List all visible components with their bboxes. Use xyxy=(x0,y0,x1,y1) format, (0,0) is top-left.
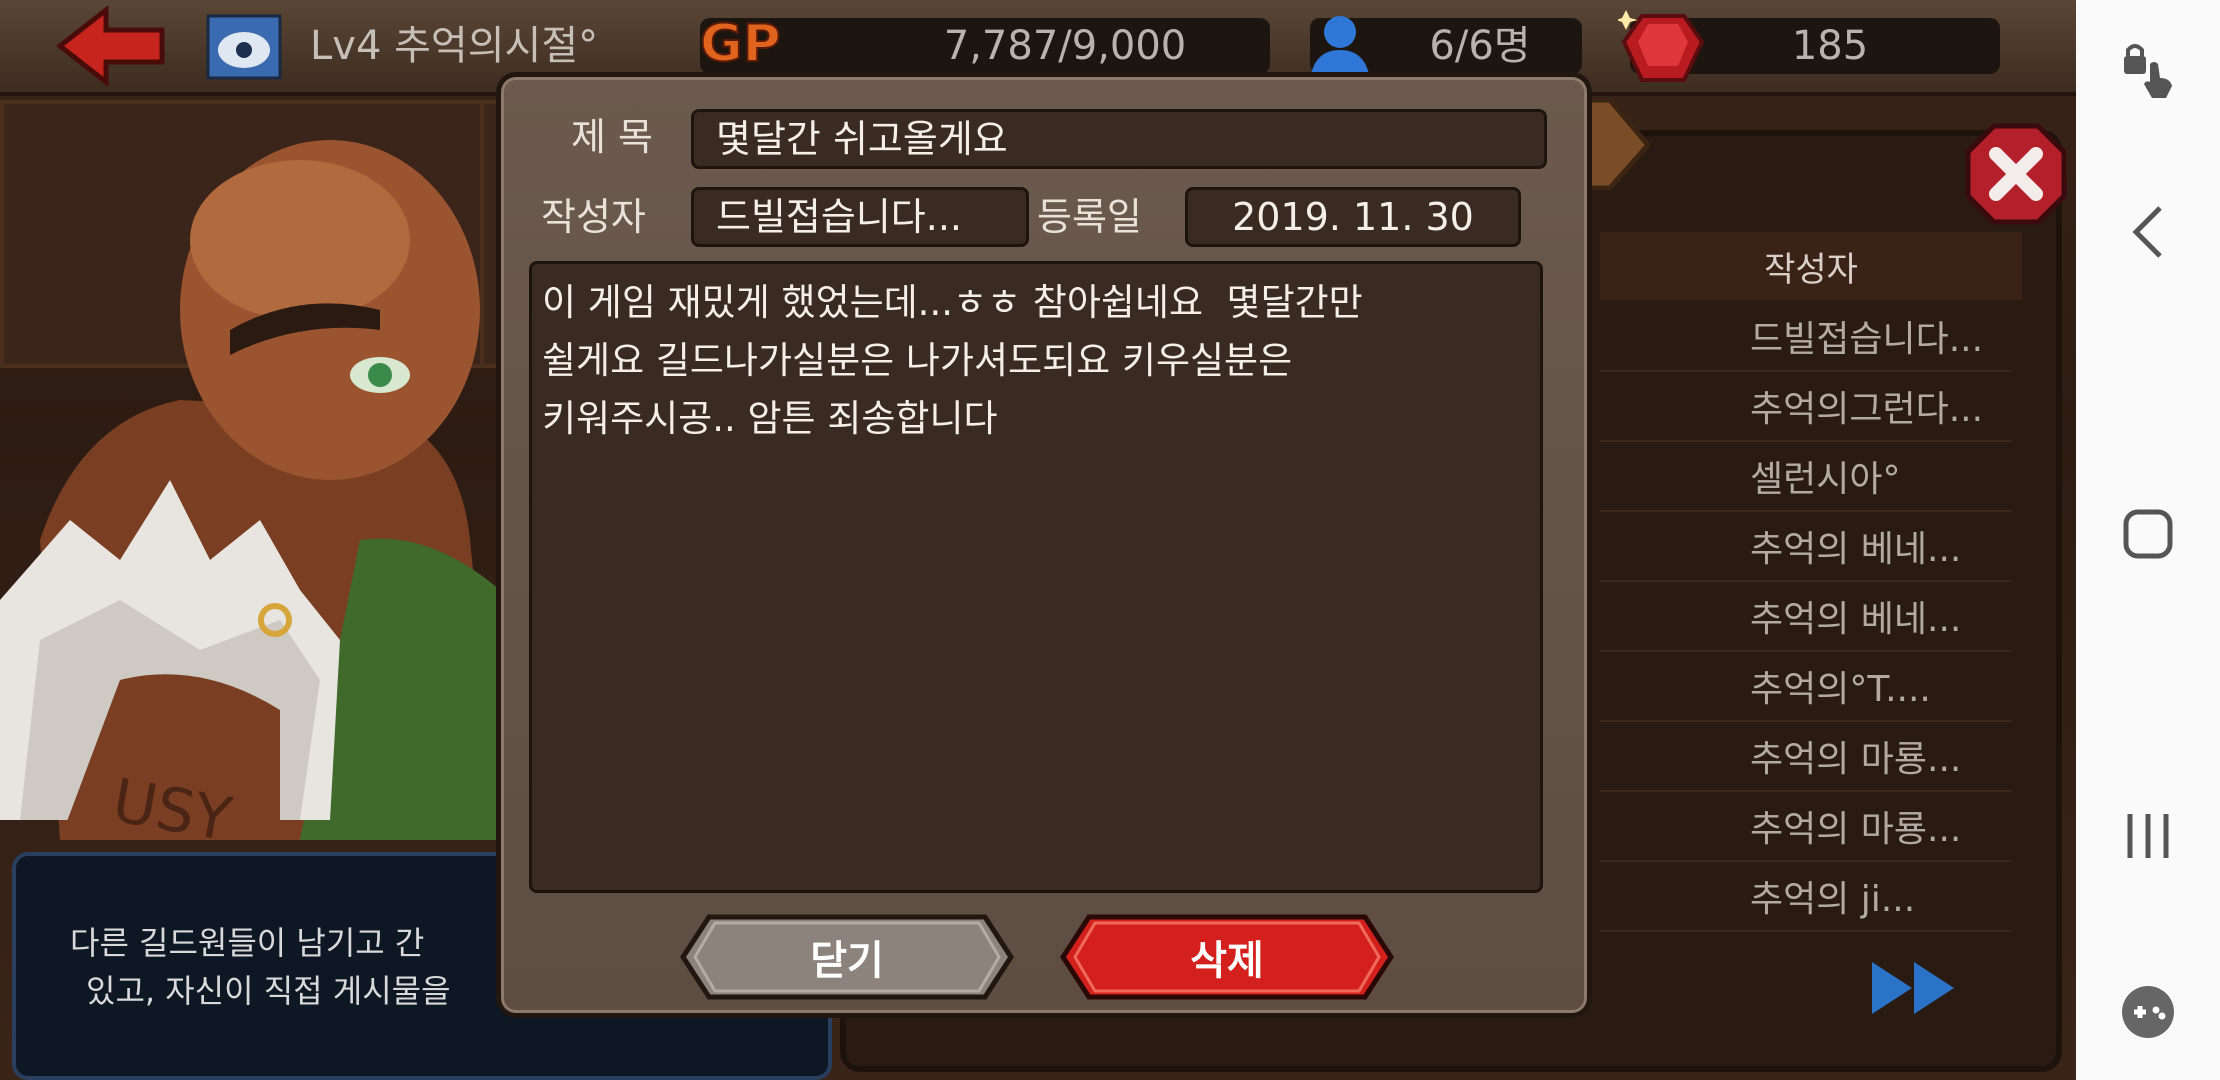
board-row-author: 추억의 마룡... xyxy=(1750,809,1962,850)
board-row-author: 추억의 베네... xyxy=(1750,599,1962,640)
delete-button-label: 삭제 xyxy=(1190,938,1264,984)
lock-touch-icon xyxy=(2124,44,2172,98)
board-row[interactable]: 추억의°T.... xyxy=(1600,652,2012,722)
author-field: 드빌접습니다... xyxy=(691,187,1029,247)
board-row[interactable]: 추억의 베네... xyxy=(1600,512,2012,582)
game-tools-icon xyxy=(2122,986,2174,1038)
board-row[interactable]: 추억의 ji... xyxy=(1600,862,2012,932)
fast-forward-icon[interactable] xyxy=(1870,958,1960,1018)
lock-touch-button[interactable] xyxy=(2108,30,2188,110)
delete-button[interactable]: 삭제 xyxy=(1059,913,1395,1001)
board-row[interactable]: 드빌접습니다... xyxy=(1600,302,2012,372)
author-label: 작성자 xyxy=(541,195,646,239)
post-detail-dialog: 제 목 몇달간 쉬고올게요 작성자 드빌접습니다... 등록일 2019. 11… xyxy=(496,72,1592,1018)
board-row-author: 드빌접습니다... xyxy=(1750,319,1984,360)
date-field: 2019. 11. 30 xyxy=(1185,187,1521,247)
game-screen: USY 작성자 드빌접습니다... 추억의그런다... 셀런시아° 추억의 베네… xyxy=(0,0,2076,1080)
nav-back-button[interactable] xyxy=(2108,192,2188,272)
nav-back-icon xyxy=(2132,206,2162,258)
board-row-author: 추억의 마룡... xyxy=(1750,739,1962,780)
board-row-author: 추억의 베네... xyxy=(1750,529,1962,570)
board-author-header-label: 작성자 xyxy=(1764,249,1858,290)
nav-recents-button[interactable] xyxy=(2108,796,2188,876)
post-body: 이 게임 재밌게 했었는데...ㅎㅎ 참아쉽네요 몇달간만 쉴게요 길드나가실분… xyxy=(529,261,1543,893)
board-author-header: 작성자 xyxy=(1600,232,2022,300)
title-field: 몇달간 쉬고올게요 xyxy=(691,109,1547,169)
board-row-author: 추억의그런다... xyxy=(1750,389,1984,430)
gem-icon[interactable] xyxy=(1618,6,1708,88)
system-nav-bar xyxy=(2076,0,2220,1080)
guild-emblem-icon xyxy=(206,14,282,80)
board-row[interactable]: 추억의 베네... xyxy=(1600,582,2012,652)
back-arrow-icon[interactable] xyxy=(56,6,166,86)
gp-value: 7,787/9,000 xyxy=(943,23,1187,69)
board-row[interactable]: 추억의 마룡... xyxy=(1600,792,2012,862)
info-line-2: 있고, 자신이 직접 게시물을 xyxy=(86,972,451,1010)
nav-recents-icon xyxy=(2127,814,2169,858)
nav-home-button[interactable] xyxy=(2108,494,2188,574)
board-row-author: 추억의 ji... xyxy=(1750,879,1916,920)
close-button[interactable]: 닫기 xyxy=(679,913,1015,1001)
info-line-1: 다른 길드원들이 남기고 간 xyxy=(70,924,425,962)
guild-master-character: USY xyxy=(0,140,510,840)
board-row-author: 추억의°T.... xyxy=(1750,669,1931,710)
members-count: 6/6명 xyxy=(1429,23,1531,69)
board-row-author: 셀런시아° xyxy=(1750,459,1901,500)
board-row[interactable]: 셀런시아° xyxy=(1600,442,2012,512)
gems-count: 185 xyxy=(1791,23,1869,69)
title-label: 제 목 xyxy=(571,115,653,159)
guild-level-name: Lv4 추억의시절° xyxy=(310,23,599,69)
board-row[interactable]: 추억의그런다... xyxy=(1600,372,2012,442)
game-tools-button[interactable] xyxy=(2108,972,2188,1052)
board-row[interactable]: 추억의 마룡... xyxy=(1600,722,2012,792)
nav-home-icon xyxy=(2123,509,2173,559)
close-button-label: 닫기 xyxy=(810,938,884,984)
date-label: 등록일 xyxy=(1037,195,1142,239)
gp-label: GP xyxy=(699,13,782,75)
close-x-icon[interactable] xyxy=(1964,122,2068,226)
